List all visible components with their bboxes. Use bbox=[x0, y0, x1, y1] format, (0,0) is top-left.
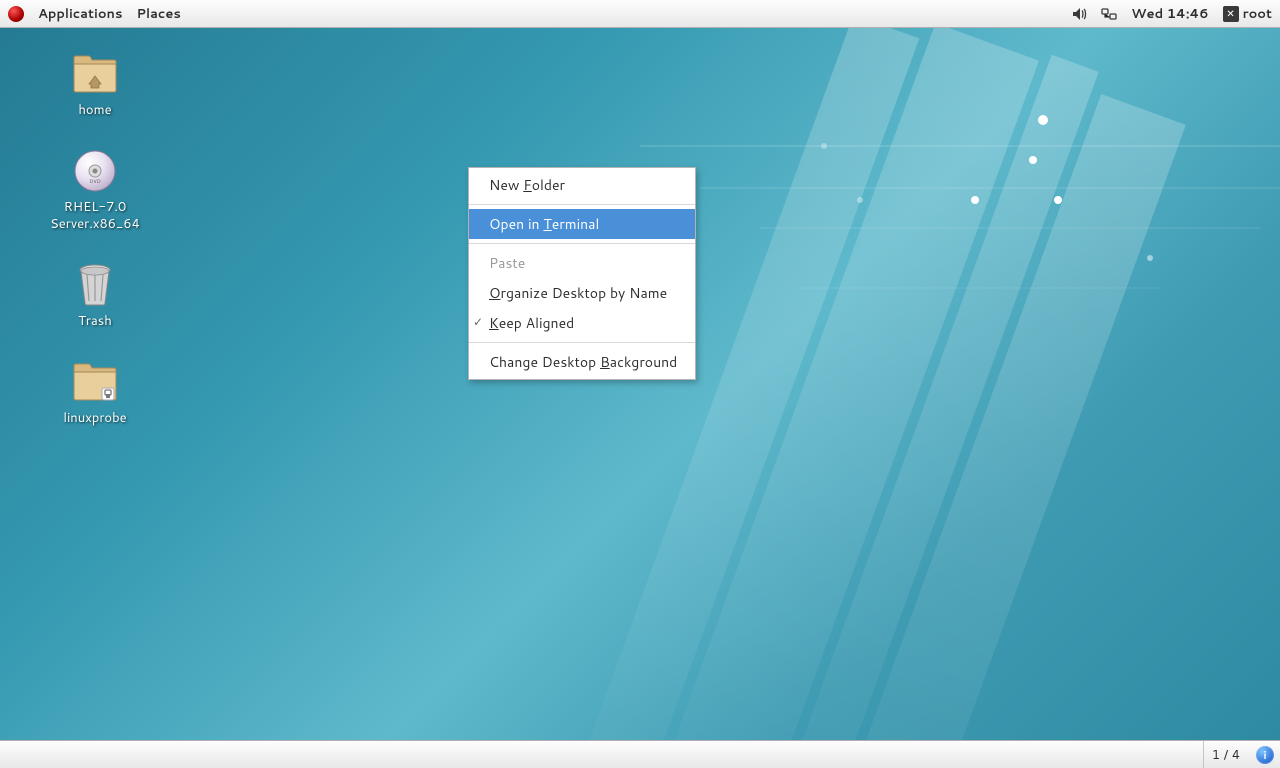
notification-icon[interactable]: i bbox=[1256, 746, 1274, 764]
sound-icon[interactable] bbox=[1071, 6, 1087, 22]
svg-text:DVD: DVD bbox=[89, 178, 100, 185]
ctx-label-mnemonic: F bbox=[523, 175, 532, 195]
workspace-switcher[interactable]: 1 / 4 bbox=[1203, 741, 1248, 768]
ctx-label-pre: New bbox=[489, 175, 523, 195]
distro-menu[interactable] bbox=[8, 6, 24, 22]
desktop-icon-label: linuxprobe bbox=[63, 410, 126, 427]
trash-icon bbox=[71, 263, 119, 307]
ctx-label-post: ackground bbox=[610, 352, 677, 372]
user-badge-icon: ✕ bbox=[1223, 6, 1239, 22]
network-icon[interactable] bbox=[1101, 6, 1117, 22]
desktop-icon-home[interactable]: home bbox=[20, 52, 170, 119]
ctx-separator bbox=[469, 204, 695, 205]
ctx-paste: Paste bbox=[469, 248, 695, 278]
desktop-icon-label: Trash bbox=[78, 313, 112, 330]
places-menu[interactable]: Places bbox=[136, 5, 180, 23]
ctx-label-post: eep Aligned bbox=[499, 313, 575, 333]
ctx-label-mnemonic: B bbox=[600, 352, 610, 372]
ctx-open-terminal[interactable]: Open in Terminal bbox=[469, 209, 695, 239]
ctx-separator bbox=[469, 243, 695, 244]
disc-icon: DVD bbox=[71, 149, 119, 193]
workspace-label: 1 / 4 bbox=[1212, 746, 1240, 764]
ctx-label-mnemonic: K bbox=[489, 313, 499, 333]
user-menu[interactable]: ✕ root bbox=[1223, 5, 1272, 23]
top-panel: Applications Places Wed 14:46 ✕ root bbox=[0, 0, 1280, 28]
desktop-icon-linuxprobe[interactable]: linuxprobe bbox=[20, 360, 170, 427]
ctx-keep-aligned[interactable]: Keep Aligned bbox=[469, 308, 695, 338]
ctx-label-pre: Open in bbox=[489, 214, 543, 234]
desktop-icon-label: RHEL-7.0 Server.x86_64 bbox=[25, 199, 165, 233]
desktop-icons: home DVD RHEL-7 bbox=[20, 52, 170, 426]
panel-right: Wed 14:46 ✕ root bbox=[1071, 5, 1272, 23]
folder-icon bbox=[71, 360, 119, 404]
redhat-icon bbox=[8, 6, 24, 22]
panel-left: Applications Places bbox=[8, 5, 181, 23]
user-label: root bbox=[1243, 5, 1272, 23]
applications-menu[interactable]: Applications bbox=[38, 5, 122, 23]
ctx-label-mnemonic: P bbox=[489, 253, 498, 273]
ctx-label-post: rganize Desktop by Name bbox=[501, 283, 668, 303]
ctx-label-post: older bbox=[532, 175, 565, 195]
wallpaper-art bbox=[0, 28, 1280, 740]
ctx-label-post: erminal bbox=[552, 214, 600, 234]
desktop-icon-trash[interactable]: Trash bbox=[20, 263, 170, 330]
desktop-context-menu: New Folder Open in Terminal Paste Organi… bbox=[468, 167, 696, 380]
ctx-label-pre: Change Desktop bbox=[489, 352, 600, 372]
desktop-icon-label: home bbox=[78, 102, 111, 119]
desktop-icon-disc[interactable]: DVD RHEL-7.0 Server.x86_64 bbox=[20, 149, 170, 233]
ctx-separator bbox=[469, 342, 695, 343]
ctx-organize[interactable]: Organize Desktop by Name bbox=[469, 278, 695, 308]
ctx-label-mnemonic: T bbox=[543, 214, 551, 234]
home-folder-icon bbox=[71, 52, 119, 96]
desktop[interactable]: home DVD RHEL-7 bbox=[0, 28, 1280, 740]
ctx-label-post: aste bbox=[498, 253, 525, 273]
ctx-new-folder[interactable]: New Folder bbox=[469, 170, 695, 200]
ctx-label-mnemonic: O bbox=[489, 283, 501, 303]
ctx-change-background[interactable]: Change Desktop Background bbox=[469, 347, 695, 377]
bottom-panel: 1 / 4 i bbox=[0, 740, 1280, 768]
clock[interactable]: Wed 14:46 bbox=[1131, 5, 1208, 23]
